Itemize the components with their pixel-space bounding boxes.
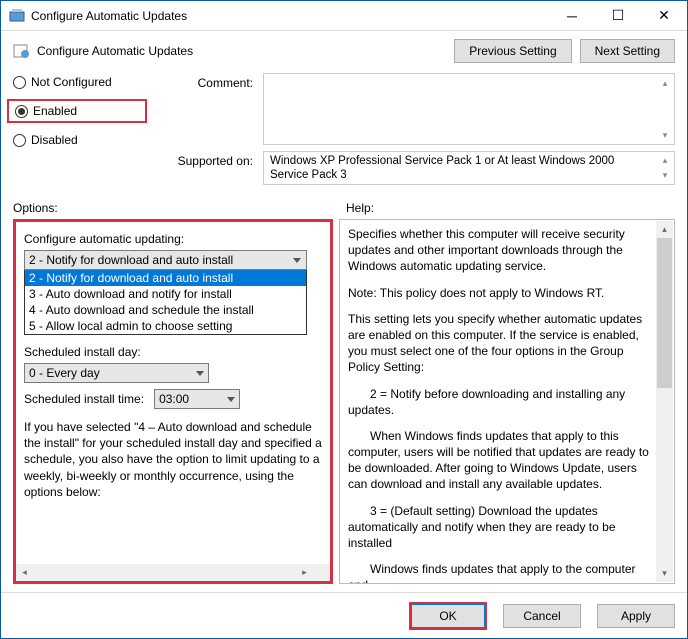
- scroll-down-icon[interactable]: ▾: [657, 168, 673, 183]
- radio-icon: [13, 76, 26, 89]
- radio-label: Not Configured: [31, 75, 112, 89]
- maximize-button[interactable]: ☐: [595, 1, 641, 31]
- radio-enabled[interactable]: Enabled: [7, 99, 147, 123]
- scroll-up-icon[interactable]: ▴: [657, 153, 673, 168]
- scrollbar[interactable]: ▴ ▾: [657, 75, 673, 143]
- help-paragraph: 2 = Notify before downloading and instal…: [348, 386, 652, 418]
- comment-textarea[interactable]: ▴ ▾: [263, 73, 675, 145]
- scroll-left-icon[interactable]: ◂: [16, 564, 33, 581]
- policy-icon: [13, 42, 31, 60]
- dropdown-item[interactable]: 5 - Allow local admin to choose setting: [25, 318, 306, 334]
- options-description: If you have selected "4 – Auto download …: [24, 419, 322, 500]
- help-paragraph: Windows finds updates that apply to the …: [348, 561, 652, 584]
- supported-text: Windows XP Professional Service Pack 1 o…: [270, 155, 614, 181]
- titlebar: Configure Automatic Updates ─ ☐ ✕: [1, 1, 687, 31]
- install-day-label: Scheduled install day:: [24, 345, 322, 359]
- radio-label: Enabled: [33, 104, 77, 118]
- gpo-editor-window: Configure Automatic Updates ─ ☐ ✕ Config…: [0, 0, 688, 639]
- supported-label: Supported on:: [163, 151, 253, 185]
- pane-labels: Options: Help:: [13, 201, 675, 215]
- state-radios: Not Configured Enabled Disabled: [13, 73, 153, 147]
- scrollbar[interactable]: ▴ ▾: [657, 153, 673, 183]
- cancel-button[interactable]: Cancel: [503, 604, 581, 628]
- dialog-footer: OK Cancel Apply: [1, 592, 687, 638]
- vertical-scrollbar[interactable]: ▴ ▾: [656, 221, 673, 582]
- scroll-track[interactable]: [33, 564, 296, 581]
- window-title: Configure Automatic Updates: [31, 9, 549, 23]
- scroll-corner: [313, 564, 330, 581]
- configure-updating-dropdown[interactable]: 2 - Notify for download and auto install: [24, 250, 307, 270]
- radio-icon: [15, 105, 28, 118]
- radio-disabled[interactable]: Disabled: [13, 133, 153, 147]
- supported-on-box: Windows XP Professional Service Pack 1 o…: [263, 151, 675, 185]
- install-time-label: Scheduled install time:: [24, 392, 144, 406]
- dropdown-item[interactable]: 4 - Auto download and schedule the insta…: [25, 302, 306, 318]
- scroll-thumb[interactable]: [657, 238, 672, 388]
- install-day-select[interactable]: 0 - Every day: [24, 363, 209, 383]
- help-label: Help:: [346, 201, 374, 215]
- scroll-up-icon[interactable]: ▴: [656, 221, 673, 238]
- options-label: Options:: [13, 201, 346, 215]
- radio-not-configured[interactable]: Not Configured: [13, 75, 153, 89]
- help-pane: Specifies whether this computer will rec…: [339, 219, 675, 584]
- help-paragraph: Note: This policy does not apply to Wind…: [348, 285, 652, 301]
- configure-updating-label: Configure automatic updating:: [24, 232, 322, 246]
- minimize-button[interactable]: ─: [549, 1, 595, 31]
- app-icon: [9, 8, 25, 24]
- close-button[interactable]: ✕: [641, 1, 687, 31]
- panes: Configure automatic updating: 2 - Notify…: [13, 219, 675, 584]
- dropdown-item[interactable]: 3 - Auto download and notify for install: [25, 286, 306, 302]
- apply-button[interactable]: Apply: [597, 604, 675, 628]
- dropdown-item[interactable]: 2 - Notify for download and auto install: [25, 270, 306, 286]
- help-text: Specifies whether this computer will rec…: [348, 226, 652, 584]
- options-pane: Configure automatic updating: 2 - Notify…: [13, 219, 333, 584]
- ok-button[interactable]: OK: [409, 602, 487, 630]
- dropdown-list: 2 - Notify for download and auto install…: [24, 269, 307, 335]
- help-paragraph: This setting lets you specify whether au…: [348, 311, 652, 376]
- scroll-down-icon[interactable]: ▾: [657, 127, 673, 143]
- next-setting-button[interactable]: Next Setting: [580, 39, 675, 63]
- content-area: Configure Automatic Updates Previous Set…: [1, 31, 687, 592]
- policy-title: Configure Automatic Updates: [37, 44, 446, 58]
- help-paragraph: 3 = (Default setting) Download the updat…: [348, 503, 652, 552]
- install-time-select[interactable]: 03:00: [154, 389, 240, 409]
- config-grid: Not Configured Enabled Disabled Comment:…: [13, 73, 675, 185]
- radio-label: Disabled: [31, 133, 78, 147]
- scroll-down-icon[interactable]: ▾: [656, 565, 673, 582]
- previous-setting-button[interactable]: Previous Setting: [454, 39, 571, 63]
- scroll-right-icon[interactable]: ▸: [296, 564, 313, 581]
- horizontal-scrollbar[interactable]: ◂ ▸: [16, 564, 330, 581]
- policy-header: Configure Automatic Updates Previous Set…: [13, 39, 675, 63]
- scroll-up-icon[interactable]: ▴: [657, 75, 673, 91]
- comment-label: Comment:: [163, 73, 253, 147]
- help-paragraph: When Windows finds updates that apply to…: [348, 428, 652, 493]
- help-paragraph: Specifies whether this computer will rec…: [348, 226, 652, 275]
- radio-icon: [13, 134, 26, 147]
